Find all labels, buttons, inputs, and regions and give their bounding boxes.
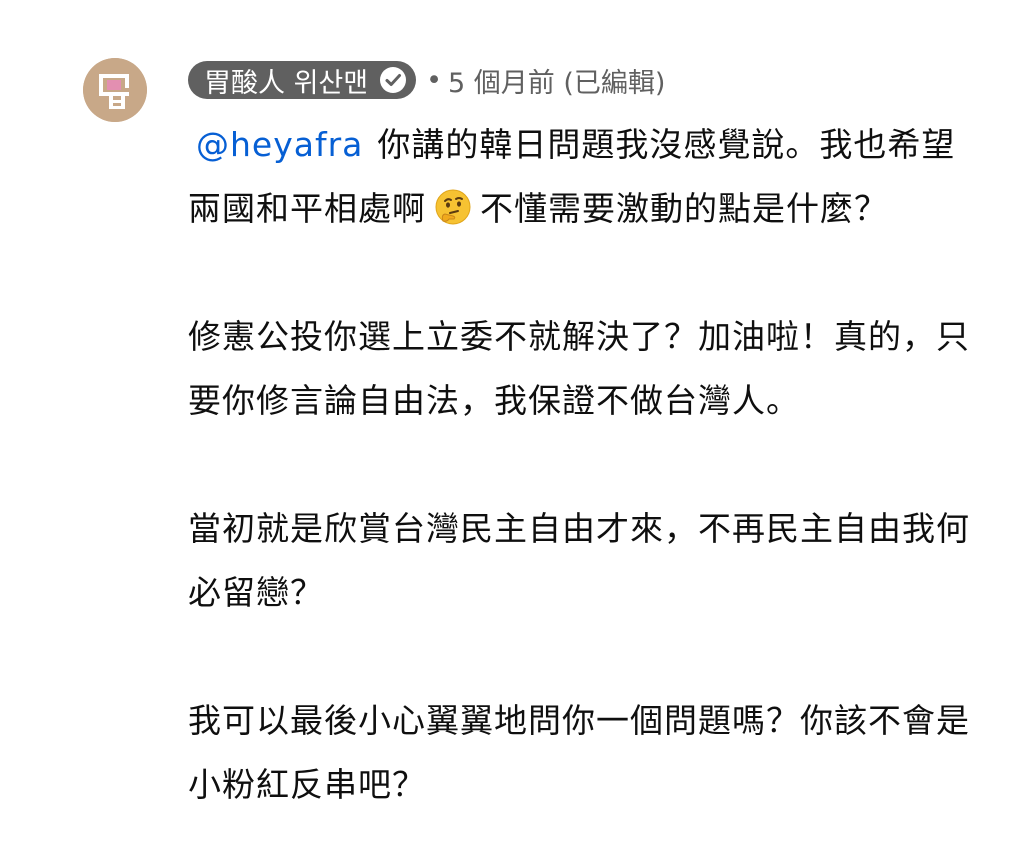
comment-thread-item: 胃酸人 위산맨 • 5 個月前 (已編輯) @heyafra 你講的韓日問題我沒感… xyxy=(0,0,1024,847)
comment-header: 胃酸人 위산맨 • 5 個月前 (已編輯) xyxy=(188,60,665,100)
verified-check-icon xyxy=(378,65,408,95)
comment-body: @heyafra 你講的韓日問題我沒感覺說。我也希望兩國和平相處啊 不懂需要激動的… xyxy=(188,113,978,817)
comment-paragraph: @heyafra 你講的韓日問題我沒感覺說。我也希望兩國和平相處啊 不懂需要激動的… xyxy=(188,113,978,241)
meta-separator: • xyxy=(426,64,443,96)
comment-timestamp[interactable]: 5 個月前 (已編輯) xyxy=(448,61,665,100)
paragraph-text: 不懂需要激動的點是什麼？ xyxy=(480,189,888,228)
comment-paragraph: 修憲公投你選上立委不就解決了？加油啦！真的，只要你修言論自由法，我保證不做台灣人… xyxy=(188,317,970,420)
comment-paragraph: 我可以最後小心翼翼地問你一個問題嗎？你該不會是小粉紅反串吧？ xyxy=(188,701,970,804)
avatar[interactable] xyxy=(83,58,147,122)
comment-paragraph: 當初就是欣賞台灣民主自由才來，不再民主自由我何必留戀？ xyxy=(188,509,970,612)
mention-link[interactable]: @heyafra xyxy=(196,125,363,164)
author-name-chip[interactable]: 胃酸人 위산맨 xyxy=(188,61,417,99)
avatar-logo xyxy=(83,58,147,122)
thinking-face-icon xyxy=(434,183,472,225)
author-name: 胃酸人 위산맨 xyxy=(204,67,369,99)
